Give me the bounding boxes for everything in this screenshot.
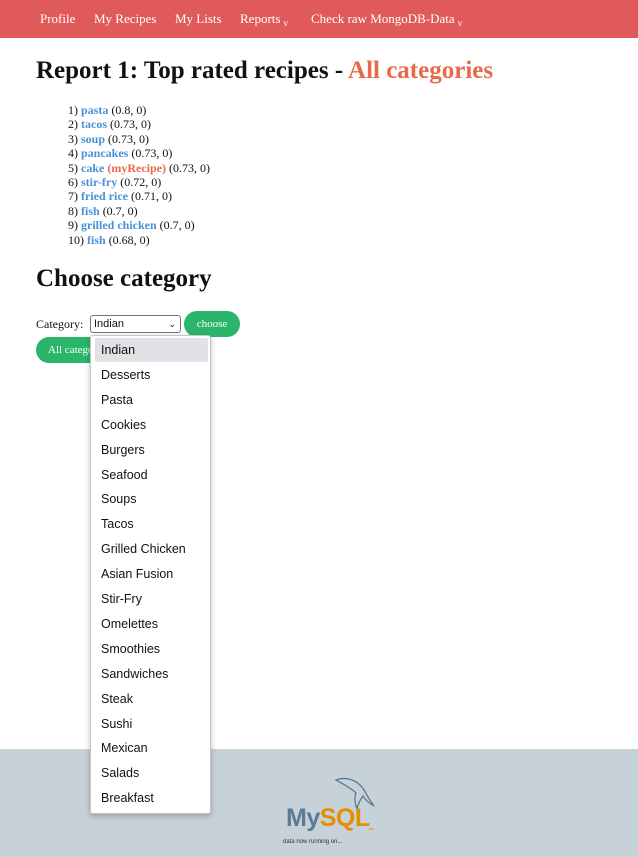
dropdown-option[interactable]: Soups xyxy=(95,487,208,511)
nav-mongodb-label: Check raw MongoDB-Data xyxy=(311,11,455,26)
dropdown-option[interactable]: Sandwiches xyxy=(95,662,208,686)
dropdown-option[interactable]: Omelettes xyxy=(95,612,208,636)
dropdown-option[interactable]: Mexican xyxy=(95,736,208,760)
recipe-link[interactable]: pasta xyxy=(81,103,108,117)
mysql-wordmark: MySQL xyxy=(286,804,370,833)
recipe-link[interactable]: soup xyxy=(81,132,105,146)
rank-number: 6) xyxy=(68,175,78,190)
category-label: Category: xyxy=(36,317,84,331)
rating-score: (0.8, 0) xyxy=(111,103,147,117)
rank-number: 9) xyxy=(68,218,78,233)
dropdown-option[interactable]: Indian xyxy=(95,338,208,362)
recipe-link[interactable]: grilled chicken xyxy=(81,218,157,232)
recipe-link[interactable]: fish xyxy=(81,204,100,218)
rating-score: (0.73, 0) xyxy=(110,117,151,132)
list-item: 9) grilled chicken (0.7, 0) xyxy=(68,218,210,232)
category-select[interactable]: Indian ⌄ xyxy=(90,315,181,333)
nav-reports[interactable]: Reports v xyxy=(240,11,288,29)
dropdown-option[interactable]: Stir-Fry xyxy=(95,587,208,611)
rating-score: (0.73, 0) xyxy=(131,146,173,161)
list-item: 1) pasta (0.8, 0) xyxy=(68,103,210,117)
rank-number: 3) xyxy=(68,131,78,146)
report-title-prefix: Report 1: Top rated recipes - xyxy=(36,57,349,84)
nav-profile[interactable]: Profile xyxy=(40,12,75,26)
rank-number: 4) xyxy=(68,146,78,161)
recipe-link[interactable]: tacos xyxy=(81,117,107,131)
rank-number: 7) xyxy=(68,189,78,204)
dropdown-option[interactable]: Breakfast xyxy=(95,786,208,810)
dropdown-option[interactable]: Seafood xyxy=(95,463,208,487)
rank-number: 8) xyxy=(68,203,78,218)
dropdown-option[interactable]: Cookies xyxy=(95,413,208,437)
rating-score: (0.73, 0) xyxy=(108,131,150,146)
rating-score: (0.7, 0) xyxy=(102,203,138,218)
list-item: 8) fish (0.7, 0) xyxy=(68,204,210,218)
trademark-mark: ™ xyxy=(368,828,374,834)
category-dropdown-menu: Indian Desserts Pasta Cookies Burgers Seafood… xyxy=(90,335,211,814)
rank-number: 5) xyxy=(68,160,78,175)
dropdown-option[interactable]: Asian Fusion xyxy=(95,562,208,586)
dropdown-option[interactable]: Grilled Chicken xyxy=(95,537,208,561)
my-recipe-tag: (myRecipe) xyxy=(107,160,166,175)
page-title: Report 1: Top rated recipes - All catego… xyxy=(36,57,493,85)
list-item: 4) pancakes (0.73, 0) xyxy=(68,146,210,160)
recipe-link[interactable]: stir-fry xyxy=(81,175,117,189)
mysql-tagline: data now running on... xyxy=(283,839,343,845)
top-navbar: Profile My Recipes My Lists Reports v Che… xyxy=(0,0,638,38)
nav-my-recipes[interactable]: My Recipes xyxy=(94,12,156,26)
rating-score: (0.7, 0) xyxy=(159,218,195,233)
choose-category-heading: Choose category xyxy=(36,265,212,292)
top-rated-list: 1) pasta (0.8, 0) 2) tacos (0.73, 0) 3) so… xyxy=(68,103,210,247)
dropdown-option[interactable]: Tacos xyxy=(95,512,208,536)
chevron-down-icon: ⌄ xyxy=(168,319,176,329)
mysql-my-text: My xyxy=(286,804,320,832)
dropdown-option[interactable]: Burgers xyxy=(95,438,208,462)
dropdown-option[interactable]: Steak xyxy=(95,687,208,711)
list-item: 6) stir-fry (0.72, 0) xyxy=(68,175,210,189)
report-category: All categories xyxy=(348,57,494,84)
list-item: 2) tacos (0.73, 0) xyxy=(68,117,210,131)
dropdown-option[interactable]: Sushi xyxy=(95,712,208,736)
recipe-link[interactable]: fish xyxy=(87,233,106,247)
category-select-value: Indian xyxy=(94,318,124,330)
recipe-link[interactable]: pancakes xyxy=(81,146,128,160)
mysql-logo: MySQL ™ data now running on... xyxy=(280,776,390,848)
rating-score: (0.73, 0) xyxy=(168,160,210,175)
list-item: 5) cake (myRecipe) (0.73, 0) xyxy=(68,161,210,175)
nav-check-raw-mongodb[interactable]: Check raw MongoDB-Data v xyxy=(311,11,463,29)
mysql-sql-text: SQL xyxy=(319,804,370,832)
rank-number: 1) xyxy=(68,103,78,117)
chevron-down-icon: v xyxy=(283,18,288,28)
list-item: 3) soup (0.73, 0) xyxy=(68,132,210,146)
dropdown-option[interactable]: Desserts xyxy=(95,363,208,387)
rank-number: 2) xyxy=(68,117,78,132)
rating-score: (0.68, 0) xyxy=(108,232,150,247)
rating-score: (0.72, 0) xyxy=(120,175,162,190)
rank-number: 10) xyxy=(68,232,84,247)
recipe-link[interactable]: fried rice xyxy=(81,189,128,203)
list-item: 10) fish (0.68, 0) xyxy=(68,233,210,247)
chevron-down-icon: v xyxy=(457,18,463,28)
dropdown-option[interactable]: Salads xyxy=(95,761,208,785)
nav-my-lists[interactable]: My Lists xyxy=(175,12,222,26)
list-item: 7) fried rice (0.71, 0) xyxy=(68,189,210,203)
choose-button[interactable]: choose xyxy=(184,311,240,337)
rating-score: (0.71, 0) xyxy=(130,189,172,204)
dropdown-option[interactable]: Smoothies xyxy=(95,637,208,661)
dropdown-option[interactable]: Pasta xyxy=(95,388,208,412)
recipe-link[interactable]: cake xyxy=(81,161,104,175)
nav-reports-label: Reports xyxy=(240,11,281,26)
